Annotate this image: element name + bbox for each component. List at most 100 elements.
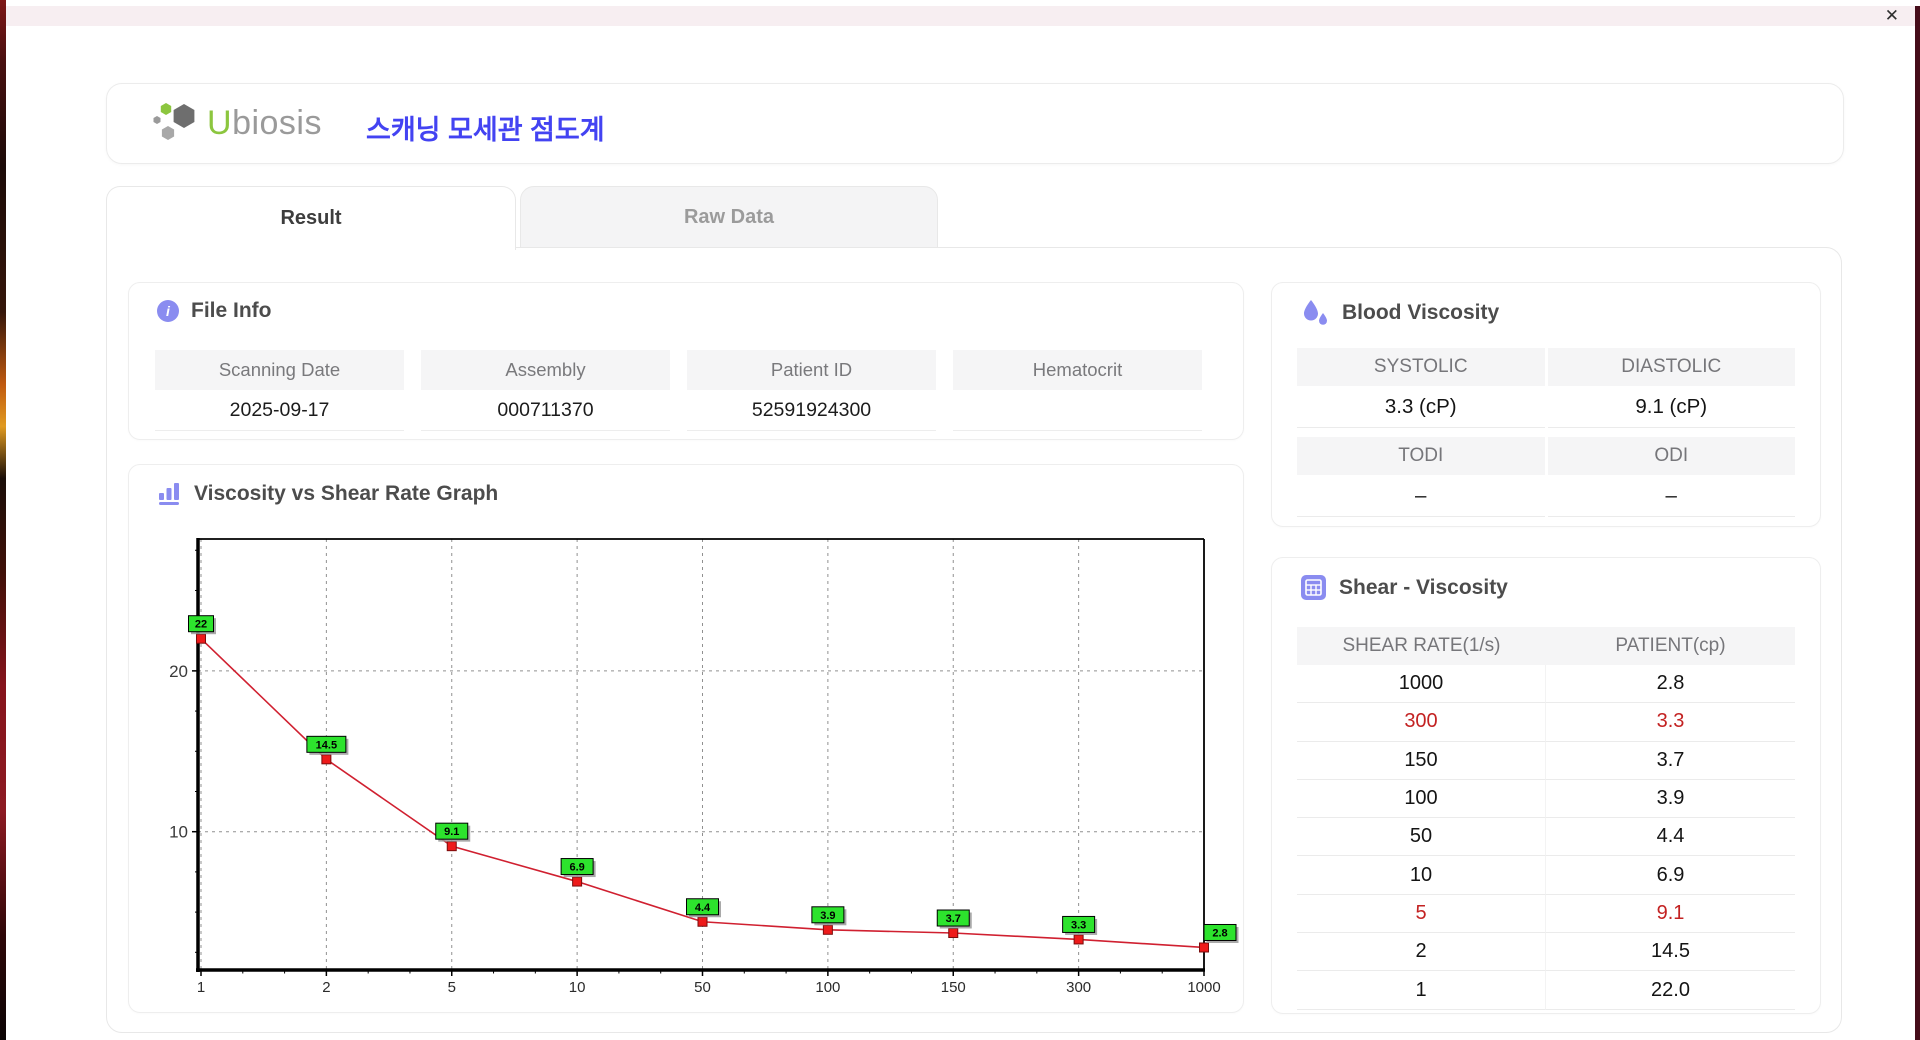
table-row: 1000 2.8: [1297, 665, 1795, 704]
shear-rate-cell: 1000: [1297, 665, 1546, 704]
field-label: Scanning Date: [155, 350, 404, 390]
viscosity-graph-card: Viscosity vs Shear Rate Graph 10 20 1 2 5 10 5…: [128, 464, 1244, 1013]
data-label-text: 3.9: [820, 910, 835, 922]
table-row: 10 6.9: [1297, 856, 1795, 895]
app-title: 스캐닝 모세관 점도계: [366, 115, 605, 145]
data-point-marker: [321, 754, 332, 765]
desktop-wallpaper-right-strip: [1915, 6, 1920, 1040]
column-header: SYSTOLIC: [1297, 348, 1545, 386]
table-value-row: – –: [1297, 475, 1795, 517]
data-point-marker: [572, 876, 583, 887]
hexagon-cluster-icon: [153, 103, 195, 140]
patient-cell: 4.4: [1546, 818, 1795, 857]
blood-viscosity-card: Blood Viscosity SYSTOLIC DIASTOLIC 3.3 (cP…: [1271, 282, 1821, 527]
shear-viscosity-table-body: 1000 2.8 300 3.3 150 3.7 100 3.9 50 4.4 10 6.9 5 9.1 2…: [1297, 665, 1795, 1010]
field-label: Hematocrit: [953, 350, 1202, 390]
app-window: ✕ Ubiosis 스캐닝 모세관 점도계 Result Raw Data i …: [0, 0, 1920, 1040]
app-header: Ubiosis 스캐닝 모세관 점도계: [106, 83, 1844, 164]
file-info-field: Assembly 000711370: [421, 350, 670, 431]
x-axis-tick-label: 50: [694, 979, 711, 996]
data-point-marker: [1199, 942, 1209, 953]
shear-rate-cell: 10: [1297, 856, 1546, 895]
table-grid-icon: [1301, 575, 1326, 600]
patient-cell: 14.5: [1546, 933, 1795, 972]
graph-title: Viscosity vs Shear Rate Graph: [194, 481, 499, 505]
patient-cell: 3.9: [1546, 779, 1795, 819]
table-row: 2 14.5: [1297, 933, 1795, 972]
droplets-icon: [1304, 300, 1327, 325]
x-axis-tick-label: 2: [322, 979, 330, 996]
shear-rate-cell: 100: [1297, 779, 1546, 819]
file-info-field: Hematocrit: [953, 350, 1202, 431]
patient-cell: 6.9: [1546, 856, 1795, 895]
data-point-marker: [948, 928, 959, 939]
x-axis-tick-label: 5: [448, 979, 456, 996]
x-axis-tick-label: 10: [569, 979, 586, 996]
tab-result-label: Result: [280, 207, 342, 229]
data-point-marker: [196, 633, 206, 644]
file-info-header: i File Info: [157, 299, 272, 323]
table-header-row: TODI ODI: [1297, 437, 1795, 475]
table-row: 300 3.3: [1297, 703, 1795, 742]
file-info-field: Patient ID 52591924300: [687, 350, 936, 431]
data-point-marker: [822, 924, 833, 935]
table-value-row: 3.3 (cP) 9.1 (cP): [1297, 386, 1795, 428]
table-row: 150 3.7: [1297, 741, 1795, 780]
x-axis-tick-label: 100: [815, 979, 840, 996]
file-info-field: Scanning Date 2025-09-17: [155, 350, 404, 431]
y-axis-tick-label: 10: [169, 823, 188, 842]
y-axis-tick-label: 20: [169, 662, 188, 681]
logo-letters-biosis: biosis: [232, 104, 322, 142]
table-row: 50 4.4: [1297, 818, 1795, 857]
field-value: 52591924300: [687, 390, 936, 431]
patient-cell: 3.3: [1546, 703, 1795, 742]
logo-wordmark: Ubiosis: [207, 100, 322, 146]
x-axis-tick-label: 150: [941, 979, 966, 996]
x-axis-tick-label: 1000: [1187, 979, 1220, 996]
result-panel: i File Info Scanning Date 2025-09-17 Assem…: [106, 247, 1842, 1033]
file-info-card: i File Info Scanning Date 2025-09-17 Assem…: [128, 282, 1244, 440]
data-point-marker: [1073, 934, 1084, 945]
cell-value: 3.3 (cP): [1297, 386, 1545, 428]
shear-rate-cell: 1: [1297, 971, 1546, 1010]
field-label: Patient ID: [687, 350, 936, 390]
shear-viscosity-header: Shear - Viscosity: [1300, 574, 1508, 601]
data-label-text: 3.3: [1071, 919, 1086, 931]
shear-rate-cell: 300: [1297, 703, 1546, 742]
data-label-text: 6.9: [569, 862, 584, 874]
tab-result[interactable]: Result: [106, 186, 516, 250]
table-row: 5 9.1: [1297, 894, 1795, 934]
file-info-title: File Info: [191, 299, 272, 322]
data-label-text: 2.8: [1212, 927, 1227, 939]
data-point-marker: [697, 916, 708, 927]
logo-letter-u: U: [207, 104, 233, 142]
column-header: TODI: [1297, 437, 1545, 475]
blood-viscosity-table: SYSTOLIC DIASTOLIC 3.3 (cP) 9.1 (cP) TODI ODI…: [1297, 348, 1795, 517]
x-axis-tick-label: 300: [1066, 979, 1091, 996]
window-titlebar: ✕: [6, 6, 1915, 26]
patient-cell: 9.1: [1546, 894, 1795, 934]
file-info-fields: Scanning Date 2025-09-17 Assembly 000711370…: [155, 350, 1202, 431]
cell-value: 9.1 (cP): [1547, 386, 1795, 428]
data-label-text: 9.1: [444, 826, 459, 838]
close-icon[interactable]: ✕: [1885, 4, 1899, 28]
shear-viscosity-table-header: SHEAR RATE(1/s) PATIENT(cp): [1297, 627, 1795, 665]
column-header: DIASTOLIC: [1547, 348, 1795, 386]
data-point-marker: [446, 841, 457, 852]
column-header: PATIENT(cp): [1546, 627, 1795, 665]
table-section-gap: [1297, 428, 1795, 437]
shear-viscosity-title: Shear - Viscosity: [1339, 575, 1508, 599]
tab-raw-data-label: Raw Data: [683, 205, 775, 228]
field-label: Assembly: [421, 350, 670, 390]
ubiosis-logo: Ubiosis: [153, 100, 322, 146]
bar-chart-icon: [159, 483, 179, 505]
tab-raw-data[interactable]: Raw Data: [520, 186, 938, 248]
cell-value: –: [1297, 475, 1545, 517]
shear-rate-cell: 150: [1297, 741, 1546, 780]
table-row: 1 22.0: [1297, 971, 1795, 1010]
blood-viscosity-header: Blood Viscosity: [1300, 299, 1499, 327]
column-header: ODI: [1547, 437, 1795, 475]
patient-cell: 22.0: [1546, 971, 1795, 1010]
data-label-text: 14.5: [316, 739, 337, 751]
data-label-text: 3.7: [946, 913, 961, 925]
